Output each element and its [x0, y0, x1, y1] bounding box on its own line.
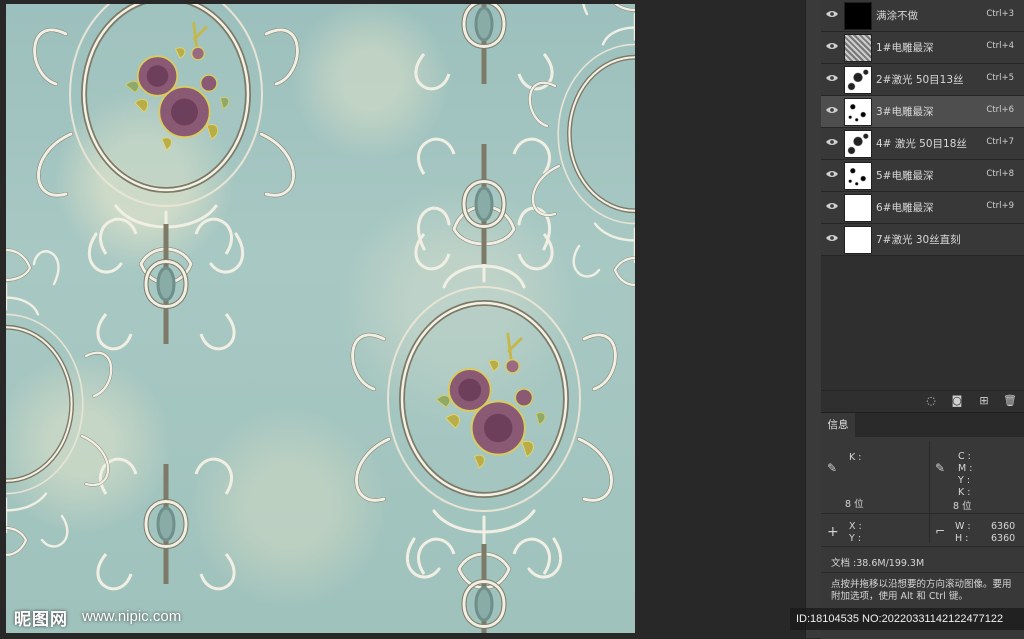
- eye-icon[interactable]: [826, 138, 838, 146]
- y-label: Y :: [958, 475, 971, 486]
- info-divider-h2: [821, 546, 1024, 547]
- eye-icon[interactable]: [826, 202, 838, 210]
- w-value: 6360: [991, 521, 1016, 532]
- eye-icon[interactable]: [826, 10, 838, 18]
- layer-shortcut: Ctrl+7: [986, 137, 1014, 147]
- eye-icon[interactable]: [826, 106, 838, 114]
- panel-gutter: [805, 0, 822, 638]
- layer-shortcut: Ctrl+3: [986, 9, 1014, 19]
- layer-thumbnail[interactable]: [844, 162, 872, 190]
- eye-icon[interactable]: [826, 234, 838, 242]
- damask-wallpaper-image: [6, 4, 635, 633]
- layer-shortcut: Ctrl+4: [986, 41, 1014, 51]
- k2-label: K :: [958, 487, 971, 498]
- h-value: 6360: [991, 533, 1016, 544]
- m-label: M :: [958, 463, 973, 474]
- selection-size-icon: ⌐: [935, 524, 946, 538]
- layer-name: 7#激光 30丝直刻: [876, 234, 961, 246]
- info-divider-h1: [821, 513, 1024, 514]
- layer-thumbnail[interactable]: [844, 66, 872, 94]
- layer-row[interactable]: 满涂不做 Ctrl+3: [821, 0, 1024, 32]
- eyedropper-icon: ✎: [827, 461, 838, 475]
- layer-name: 6#电雕最深: [876, 202, 934, 214]
- canvas-area[interactable]: 昵图网 www.nipic.com: [0, 0, 805, 638]
- w-label: W :: [955, 521, 971, 532]
- layer-shortcut: Ctrl+9: [986, 201, 1014, 211]
- layer-row[interactable]: 7#激光 30丝直刻: [821, 224, 1024, 256]
- layer-shortcut: Ctrl+6: [986, 105, 1014, 115]
- eye-icon[interactable]: [826, 74, 838, 82]
- k-label: K :: [849, 452, 862, 463]
- layer-row[interactable]: 4# 激光 50目18丝 Ctrl+7: [821, 128, 1024, 160]
- hint-text: 点按并拖移以沿想要的方向滚动图像。要用附加选项，使用 Alt 和 Ctrl 键。: [831, 579, 1012, 602]
- layer-thumbnail[interactable]: [844, 2, 872, 30]
- layer-row[interactable]: 2#激光 50目13丝 Ctrl+5: [821, 64, 1024, 96]
- layer-thumbnail[interactable]: [844, 130, 872, 158]
- layer-row[interactable]: 1#电雕最深 Ctrl+4: [821, 32, 1024, 64]
- layer-row[interactable]: 5#电雕最深 Ctrl+8: [821, 160, 1024, 192]
- layer-name: 1#电雕最深: [876, 42, 934, 54]
- watermark-logo: 昵图网: [14, 610, 68, 630]
- info-divider-h3: [821, 572, 1024, 573]
- new-layer-icon[interactable]: ⊞: [978, 395, 990, 407]
- layer-thumbnail[interactable]: [844, 226, 872, 254]
- eye-icon[interactable]: [826, 170, 838, 178]
- layers-toolbar: ◌ ◙ ⊞ 🗑: [821, 390, 1024, 413]
- bit-depth-left: 8 位: [845, 499, 864, 510]
- watermark-id: ID:18104535 NO:20220331142122477122: [790, 608, 1024, 630]
- eyedropper-icon-2: ✎: [935, 461, 946, 475]
- info-tabbar: 信息: [821, 413, 1024, 437]
- info-divider: [929, 441, 930, 543]
- watermark-url: www.nipic.com: [82, 608, 182, 625]
- layer-thumbnail[interactable]: [844, 98, 872, 126]
- h-label: H :: [955, 533, 969, 544]
- layer-thumbnail[interactable]: [844, 194, 872, 222]
- layer-row[interactable]: 6#电雕最深 Ctrl+9: [821, 192, 1024, 224]
- crosshair-icon: +: [827, 524, 839, 540]
- mask-icon[interactable]: ◙: [951, 395, 963, 407]
- c-label: C :: [958, 451, 971, 462]
- layer-name: 3#电雕最深: [876, 106, 934, 118]
- y-coord-label: Y :: [849, 533, 862, 544]
- layer-name: 4# 激光 50目18丝: [876, 138, 967, 150]
- layer-shortcut: Ctrl+5: [986, 73, 1014, 83]
- layer-row[interactable]: 3#电雕最深 Ctrl+6: [821, 96, 1024, 128]
- layer-name: 2#激光 50目13丝: [876, 74, 964, 86]
- fill-layer-icon[interactable]: ◌: [925, 395, 937, 407]
- bit-depth-right: 8 位: [953, 501, 972, 512]
- trash-icon[interactable]: 🗑: [1003, 395, 1017, 407]
- layer-shortcut: Ctrl+8: [986, 169, 1014, 179]
- x-label: X :: [849, 521, 862, 532]
- eye-icon[interactable]: [826, 42, 838, 50]
- tab-info[interactable]: 信息: [821, 413, 855, 437]
- document-canvas[interactable]: [6, 4, 635, 633]
- info-panel: 信息 K : ✎ 8 位 C : M : ✎ Y : K : 8 位 + X :…: [821, 412, 1024, 639]
- layer-name: 满涂不做: [876, 10, 918, 22]
- layers-panel: 满涂不做 Ctrl+3 1#电雕最深 Ctrl+4 2#激光 50目13丝 Ctrl+5 3…: [821, 0, 1024, 412]
- document-size: 文档 :38.6M/199.3M: [831, 558, 925, 569]
- layer-thumbnail[interactable]: [844, 34, 872, 62]
- layer-name: 5#电雕最深: [876, 170, 934, 182]
